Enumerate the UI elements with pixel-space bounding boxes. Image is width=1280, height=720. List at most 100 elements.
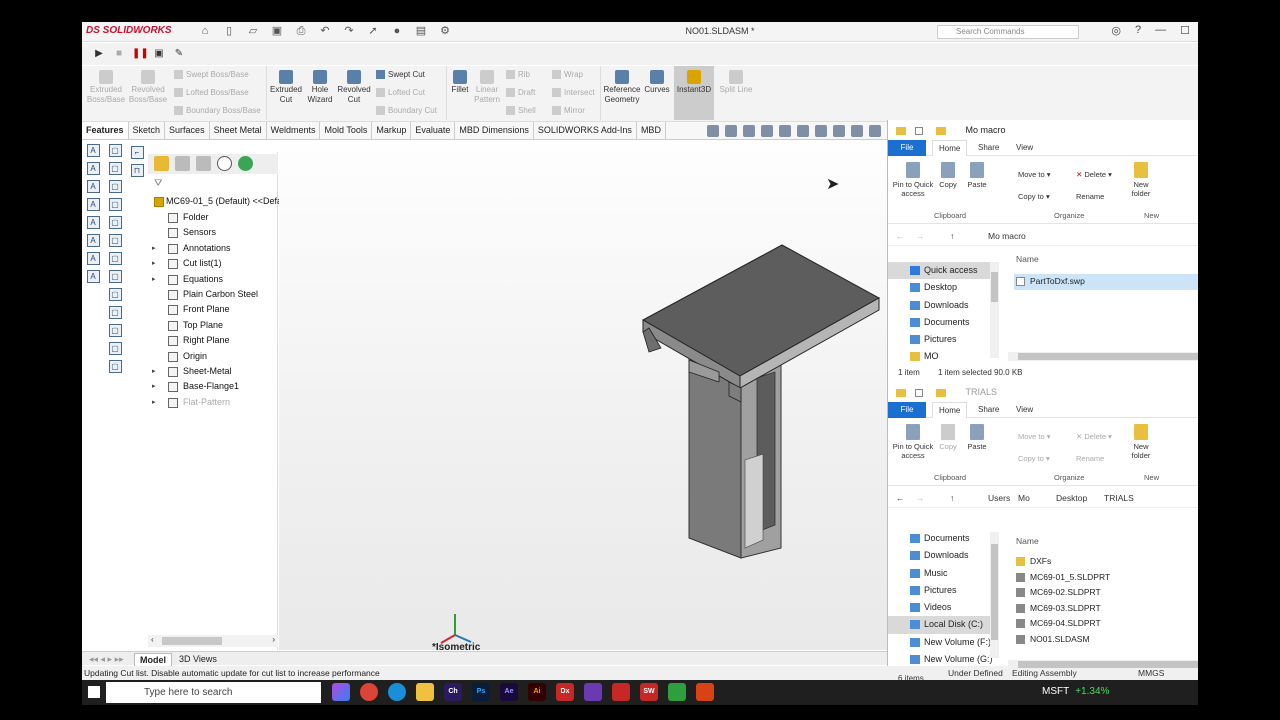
stop-macro-icon[interactable]: ■ bbox=[112, 47, 126, 61]
rename-button[interactable]: Rename bbox=[1076, 192, 1104, 201]
tree-item[interactable]: Right Plane bbox=[148, 333, 278, 348]
copy-to-button[interactable]: Copy to ▾ bbox=[1018, 454, 1050, 463]
windows-start-icon[interactable] bbox=[88, 686, 100, 698]
new-folder-icon[interactable] bbox=[936, 126, 947, 135]
expand-arrow-icon[interactable]: ▸ bbox=[152, 364, 156, 379]
swept-boss-button[interactable]: Swept Boss/Base bbox=[174, 70, 249, 80]
tab-evaluate[interactable]: Evaluate bbox=[411, 122, 456, 139]
breadcrumb-trials[interactable]: TRIALS bbox=[1104, 488, 1134, 508]
edge-app-icon[interactable] bbox=[388, 683, 406, 701]
swept-cut-button[interactable]: Swept Cut bbox=[376, 70, 425, 80]
forward-arrow-icon[interactable]: → bbox=[916, 488, 925, 508]
view-trimetric-icon[interactable]: ▢ bbox=[108, 270, 122, 283]
tree-root[interactable]: MC69-01_5 (Default) <<Defa bbox=[148, 194, 282, 209]
maximize-button[interactable]: ☐ bbox=[1180, 24, 1190, 37]
expand-arrow-icon[interactable]: ▸ bbox=[152, 379, 156, 394]
view-isometric-icon[interactable]: ▢ bbox=[108, 252, 122, 265]
help-icon[interactable]: ? bbox=[1135, 24, 1141, 37]
orange-app-icon[interactable] bbox=[696, 683, 714, 701]
revolved-boss-button[interactable]: Revolved Boss/Base bbox=[128, 70, 168, 105]
single-view-icon[interactable]: ▢ bbox=[108, 324, 122, 337]
share-menu[interactable]: Share bbox=[978, 140, 999, 156]
shell-button[interactable]: Shell bbox=[506, 106, 536, 116]
filter-icon[interactable]: ⛛ bbox=[154, 178, 162, 189]
new-folder-button[interactable]: New folder bbox=[1128, 424, 1154, 460]
instant3d-button[interactable]: Instant3D bbox=[674, 70, 714, 95]
visual-studio-app-icon[interactable] bbox=[584, 683, 602, 701]
previous-view-icon[interactable] bbox=[743, 125, 755, 137]
expand-arrow-icon[interactable]: ▸ bbox=[152, 256, 156, 271]
tree-item[interactable]: Plain Carbon Steel bbox=[148, 287, 278, 302]
expand-arrow-icon[interactable]: ▸ bbox=[152, 241, 156, 256]
search-commands-input[interactable]: Search Commands bbox=[937, 25, 1079, 39]
tab-markup[interactable]: Markup bbox=[372, 122, 412, 139]
tab-sheet-metal[interactable]: Sheet Metal bbox=[210, 122, 267, 139]
files-horizontal-scrollbar[interactable] bbox=[1008, 660, 1198, 669]
tree-scroll-thumb[interactable] bbox=[162, 637, 222, 645]
view-orientation-icon[interactable] bbox=[797, 125, 809, 137]
tab-scroll-arrows[interactable]: ◂◂ ◂ ▸ ▸▸ bbox=[84, 653, 129, 665]
apply-scene-icon[interactable] bbox=[869, 125, 881, 137]
properties-check-icon[interactable] bbox=[914, 126, 923, 135]
nav-item[interactable]: Pictures bbox=[888, 331, 993, 348]
display-style-icon[interactable] bbox=[815, 125, 827, 137]
view-menu[interactable]: View bbox=[1016, 402, 1033, 418]
linear-pattern-button[interactable]: Linear Pattern bbox=[472, 70, 502, 105]
view-left-icon[interactable]: ▢ bbox=[108, 180, 122, 193]
run-macro-icon[interactable]: ▶ bbox=[92, 47, 106, 61]
file-explorer-app-icon[interactable] bbox=[416, 683, 434, 701]
new-folder-icon[interactable] bbox=[936, 388, 947, 397]
nav-item[interactable]: Downloads bbox=[888, 547, 993, 564]
illustrator-app-icon[interactable]: Ai bbox=[528, 683, 546, 701]
taskbar-search-input[interactable]: Type here to search bbox=[106, 682, 321, 703]
up-arrow-icon[interactable]: ↑ bbox=[950, 488, 954, 508]
extruded-boss-button[interactable]: Extruded Boss/Base bbox=[86, 70, 126, 105]
nav-item[interactable]: Documents bbox=[888, 314, 993, 331]
tree-item[interactable]: ▸ Sheet-Metal bbox=[148, 364, 278, 379]
files-horizontal-scrollbar[interactable] bbox=[1008, 352, 1198, 361]
expand-arrow-icon[interactable]: ▸ bbox=[152, 395, 156, 410]
address-path[interactable]: Mo macro bbox=[988, 226, 1026, 246]
breadcrumb-mo[interactable]: Mo bbox=[1018, 488, 1030, 508]
sketch-icon[interactable]: ⌐ bbox=[130, 146, 144, 159]
lofted-cut-button[interactable]: Lofted Cut bbox=[376, 88, 425, 98]
reference-geometry-button[interactable]: Reference Geometry bbox=[602, 70, 642, 105]
dimxpert-tab-icon[interactable] bbox=[217, 156, 232, 171]
hide-show-items-icon[interactable] bbox=[833, 125, 845, 137]
text-icon[interactable]: A bbox=[86, 198, 100, 211]
tab-sketch[interactable]: Sketch bbox=[129, 122, 166, 139]
forward-arrow-icon[interactable]: → bbox=[916, 226, 925, 246]
copilot-app-icon[interactable] bbox=[332, 683, 350, 701]
file-list-item[interactable]: MC69-03.SLDPRT bbox=[1014, 601, 1198, 617]
file-list-item[interactable]: DXFs bbox=[1014, 554, 1198, 570]
tree-item[interactable]: ▸ Annotations bbox=[148, 241, 278, 256]
extruded-cut-button[interactable]: Extruded Cut bbox=[268, 70, 304, 105]
expand-arrow-icon[interactable]: ▸ bbox=[152, 272, 156, 287]
property-manager-tab-icon[interactable] bbox=[175, 156, 190, 171]
file-list-item[interactable]: MC69-04.SLDPRT bbox=[1014, 616, 1198, 632]
after-effects-app-icon[interactable]: Ae bbox=[500, 683, 518, 701]
file-list-item[interactable]: PartToDxf.swp bbox=[1014, 274, 1198, 290]
tab-weldments[interactable]: Weldments bbox=[267, 122, 321, 139]
pin-quick-access-button[interactable]: Pin to Quick access bbox=[892, 424, 934, 460]
geometric-tolerance-icon[interactable]: A bbox=[86, 270, 100, 283]
tab-surfaces[interactable]: Surfaces bbox=[165, 122, 210, 139]
tab-solidworks-add-ins[interactable]: SOLIDWORKS Add-Ins bbox=[534, 122, 637, 139]
tree-item[interactable]: Sensors bbox=[148, 225, 278, 240]
new-folder-button[interactable]: New folder bbox=[1128, 162, 1154, 198]
rename-button[interactable]: Rename bbox=[1076, 454, 1104, 463]
minimize-button[interactable]: — bbox=[1155, 24, 1166, 37]
new-macro-icon[interactable]: ▣ bbox=[152, 47, 166, 61]
breadcrumb-users[interactable]: Users bbox=[988, 488, 1010, 508]
properties-check-icon[interactable] bbox=[914, 388, 923, 397]
paste-button[interactable]: Paste bbox=[964, 424, 990, 451]
nav-vertical-scrollbar[interactable] bbox=[990, 262, 999, 358]
address-bar[interactable]: ← → ↑ Mo macro bbox=[888, 226, 1198, 246]
tree-item[interactable]: Front Plane bbox=[148, 302, 278, 317]
mirror-button[interactable]: Mirror bbox=[552, 106, 585, 116]
balloon-icon[interactable]: A bbox=[86, 162, 100, 175]
nav-item[interactable]: Local Disk (C:) bbox=[888, 616, 993, 634]
tab-mold-tools[interactable]: Mold Tools bbox=[320, 122, 373, 139]
pause-record-icon[interactable]: ❚❚ bbox=[132, 47, 149, 61]
datum-icon[interactable]: A bbox=[86, 216, 100, 229]
